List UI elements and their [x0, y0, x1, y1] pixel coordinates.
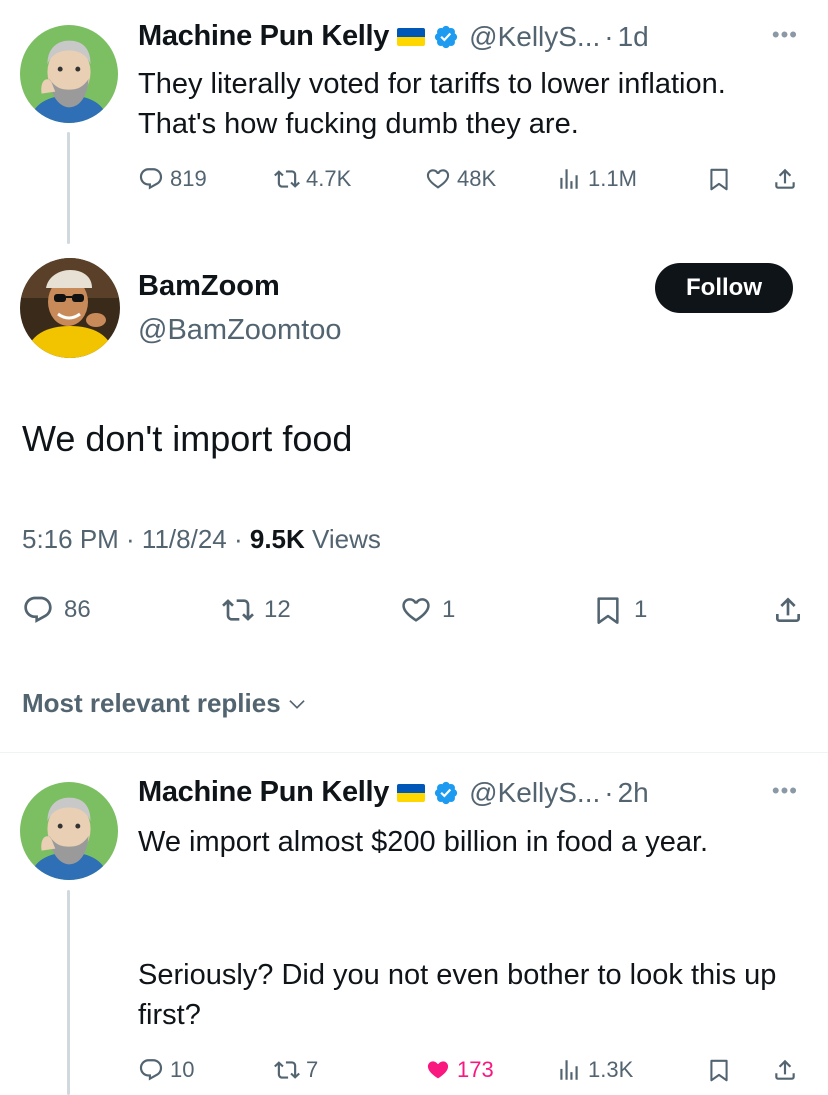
reply-button[interactable]: 86 — [22, 594, 91, 626]
tweet-text-paragraph-2: Seriously? Did you not even bother to lo… — [138, 959, 777, 1031]
views-button[interactable]: 1.3K — [556, 1057, 633, 1083]
verified-badge-icon — [433, 780, 459, 806]
verified-badge-icon — [433, 24, 459, 50]
avatar-image — [20, 25, 118, 123]
repost-icon — [274, 166, 300, 192]
tweet-meta: 5:16 PM · 11/8/24 · 9.5K Views — [22, 524, 381, 555]
share-button[interactable] — [772, 594, 814, 626]
more-icon[interactable]: ••• — [772, 778, 798, 804]
replies-sort-dropdown[interactable]: Most relevant replies — [22, 688, 307, 719]
author-handle[interactable]: @KellyS... — [469, 21, 600, 53]
repost-button[interactable]: 12 — [222, 594, 291, 626]
tweet-header: Machine Pun Kelly @KellyS... · 1d — [138, 20, 649, 53]
views-icon — [556, 166, 582, 192]
thread-line — [67, 890, 70, 1095]
author-name[interactable]: BamZoom — [138, 270, 280, 303]
bookmark-icon — [592, 594, 624, 626]
tweet-timestamp[interactable]: 5:16 PM · 11/8/24 · — [22, 524, 250, 554]
bookmark-icon — [706, 1057, 732, 1083]
share-button[interactable] — [772, 166, 804, 192]
more-icon[interactable]: ••• — [772, 22, 798, 48]
tweet-actions: 10 7 173 1.3K — [138, 1057, 808, 1093]
share-icon — [772, 166, 798, 192]
avatar-machine-pun-kelly[interactable] — [20, 25, 118, 123]
like-button[interactable]: 173 — [425, 1057, 494, 1083]
avatar-image — [20, 782, 118, 880]
like-count: 173 — [457, 1057, 494, 1082]
bookmark-button[interactable]: 1 — [592, 594, 647, 626]
tweet-text-paragraph-1: We import almost $200 billion in food a … — [138, 826, 709, 858]
author-handle[interactable]: @KellyS... — [469, 777, 600, 809]
view-count: 1.3K — [588, 1057, 634, 1082]
reply-count: 10 — [170, 1057, 195, 1082]
repost-count: 12 — [264, 596, 291, 623]
bookmark-count: 1 — [634, 596, 648, 623]
view-count: 1.1M — [588, 166, 637, 191]
tweet-actions: 819 4.7K 48K 1.1M — [138, 166, 808, 202]
like-button[interactable]: 48K — [425, 166, 496, 192]
reply-count: 86 — [64, 596, 91, 623]
tweet-header: Machine Pun Kelly @KellyS... · 2h — [138, 776, 649, 809]
repost-count: 7 — [306, 1057, 319, 1082]
tweet-actions: 86 12 1 1 — [22, 590, 812, 634]
reply-icon — [22, 594, 54, 626]
like-count: 48K — [457, 166, 497, 191]
reply-count: 819 — [170, 166, 207, 191]
tweet-time[interactable]: 2h — [618, 777, 649, 809]
ukraine-flag-icon — [397, 27, 426, 46]
chevron-down-icon — [287, 694, 307, 714]
repost-button[interactable]: 7 — [274, 1057, 318, 1083]
reply-icon — [138, 1057, 164, 1083]
repost-count: 4.7K — [306, 166, 352, 191]
heart-icon — [425, 166, 451, 192]
separator-dot: · — [604, 776, 614, 808]
replies-sort-label: Most relevant replies — [22, 688, 281, 718]
tweet-time[interactable]: 1d — [618, 21, 649, 53]
avatar-bamzoom[interactable] — [20, 258, 120, 358]
avatar-image — [20, 258, 120, 358]
views-button[interactable]: 1.1M — [556, 166, 637, 192]
reply-button[interactable]: 819 — [138, 166, 207, 192]
view-count: 9.5K — [249, 524, 305, 554]
thread-line — [67, 132, 70, 244]
tweet-text: We don't import food — [22, 418, 353, 459]
avatar-machine-pun-kelly[interactable] — [20, 782, 118, 880]
author-handle[interactable]: @BamZoomtoo — [138, 314, 342, 347]
ukraine-flag-icon — [397, 783, 426, 802]
like-button[interactable]: 1 — [400, 594, 455, 626]
heart-icon — [400, 594, 432, 626]
bookmark-icon — [706, 166, 732, 192]
follow-button[interactable]: Follow — [655, 263, 793, 313]
share-button[interactable] — [772, 1057, 804, 1083]
reply-icon — [138, 166, 164, 192]
reply-button[interactable]: 10 — [138, 1057, 194, 1083]
views-label: Views — [304, 524, 381, 554]
repost-icon — [222, 594, 254, 626]
author-name[interactable]: Machine Pun Kelly — [138, 776, 389, 809]
tweet-text: They literally voted for tariffs to lowe… — [138, 68, 726, 140]
bookmark-button[interactable] — [706, 1057, 738, 1083]
views-icon — [556, 1057, 582, 1083]
like-count: 1 — [442, 596, 456, 623]
bookmark-button[interactable] — [706, 166, 738, 192]
divider — [0, 752, 828, 753]
author-name[interactable]: Machine Pun Kelly — [138, 20, 389, 53]
repost-button[interactable]: 4.7K — [274, 166, 351, 192]
share-icon — [772, 1057, 798, 1083]
repost-icon — [274, 1057, 300, 1083]
share-icon — [772, 594, 804, 626]
heart-icon — [425, 1057, 451, 1083]
separator-dot: · — [604, 20, 614, 52]
